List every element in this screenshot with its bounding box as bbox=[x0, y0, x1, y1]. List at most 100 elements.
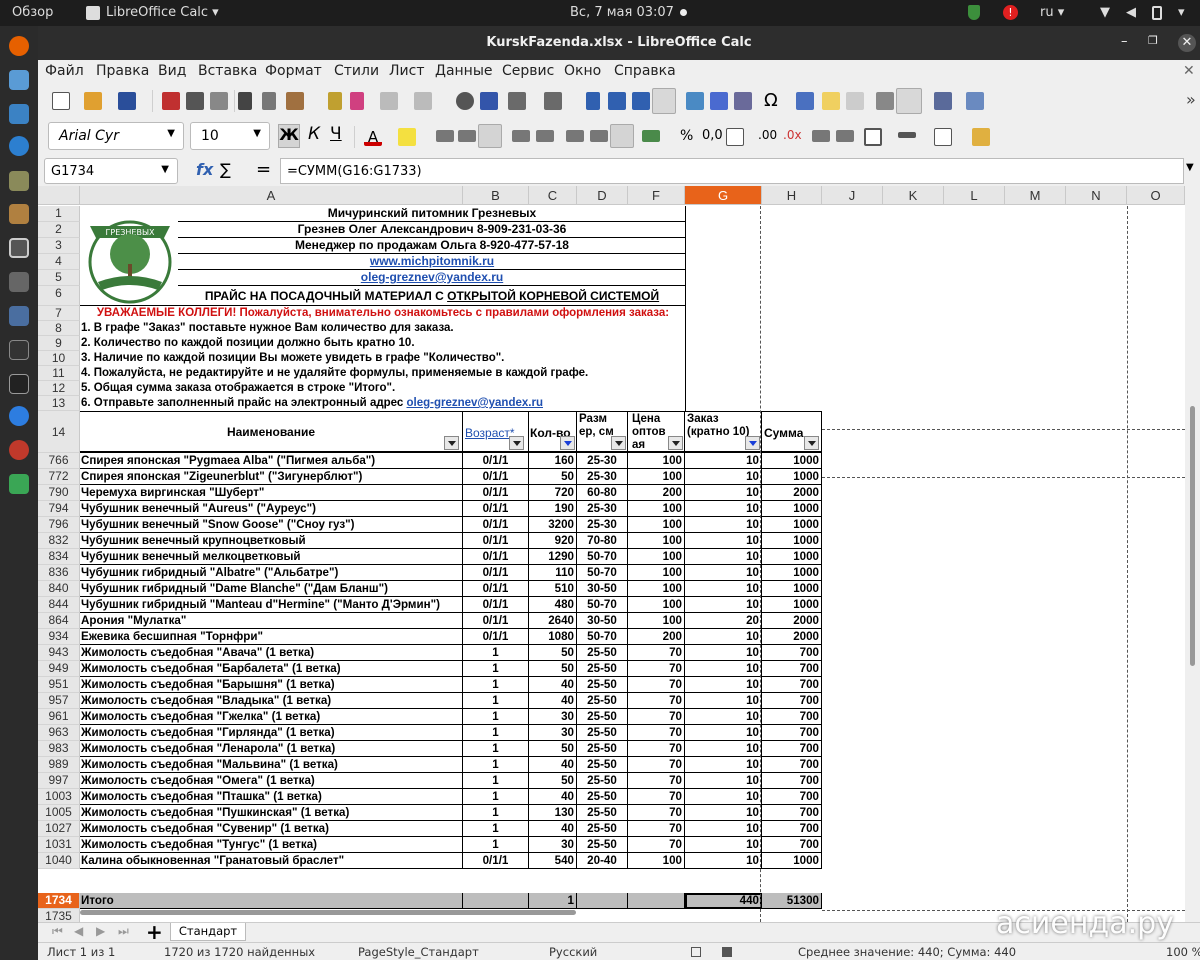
table-row[interactable]: 989 Жимолость съедобная "Мальвина" (1 вет… bbox=[38, 757, 1185, 773]
cell-sum[interactable]: 700 bbox=[762, 805, 822, 821]
table-row[interactable]: 844 Чубушник гибридный "Manteau d"Hermine… bbox=[38, 597, 1185, 613]
cell-order[interactable]: 10 bbox=[685, 725, 762, 741]
cell-order[interactable]: 10 bbox=[685, 549, 762, 565]
first-sheet-icon[interactable]: ⏮ bbox=[52, 924, 63, 939]
open-icon[interactable] bbox=[84, 92, 102, 110]
cell-price[interactable]: 70 bbox=[628, 645, 685, 661]
cell-size[interactable]: 25-50 bbox=[577, 677, 628, 693]
select-all-corner[interactable] bbox=[38, 186, 80, 205]
table-row[interactable]: 864 Арония "Мулатка" 0/1/1 2640 30-50 100 20 20… bbox=[38, 613, 1185, 629]
cell-qty[interactable]: 50 bbox=[529, 773, 577, 789]
menu-edit[interactable]: Правка bbox=[96, 63, 149, 79]
cell-price[interactable]: 100 bbox=[628, 597, 685, 613]
cell-size[interactable]: 50-70 bbox=[577, 565, 628, 581]
column-header-n[interactable]: N bbox=[1066, 186, 1127, 205]
cell-size[interactable]: 25-50 bbox=[577, 661, 628, 677]
table-row[interactable]: 840 Чубушник гибридный "Dame Blanche" ("Д… bbox=[38, 581, 1185, 597]
row-header[interactable]: 943 bbox=[38, 645, 80, 661]
chromium-icon[interactable] bbox=[9, 406, 29, 426]
cell-sum[interactable]: 1000 bbox=[762, 501, 822, 517]
row-header[interactable]: 997 bbox=[38, 773, 80, 789]
cell-sum[interactable]: 700 bbox=[762, 757, 822, 773]
underline-button[interactable]: Ч bbox=[330, 124, 342, 144]
row-header[interactable]: 844 bbox=[38, 597, 80, 613]
cell-size[interactable]: 20-40 bbox=[577, 853, 628, 869]
table-row[interactable]: 963 Жимолость съедобная "Гирлянда" (1 вет… bbox=[38, 725, 1185, 741]
column-header-j[interactable]: J bbox=[822, 186, 883, 205]
table-row[interactable]: 1003 Жимолость съедобная "Пташка" (1 ветк… bbox=[38, 789, 1185, 805]
overview-button[interactable]: Обзор bbox=[12, 5, 53, 20]
export-pdf-icon[interactable] bbox=[162, 92, 180, 110]
vertical-scroll-thumb[interactable] bbox=[1190, 406, 1195, 666]
cell-size[interactable]: 25-30 bbox=[577, 453, 628, 469]
cell-size[interactable]: 25-50 bbox=[577, 709, 628, 725]
cell-name[interactable]: Жимолость съедобная "Гжелка" (1 ветка) bbox=[80, 709, 463, 725]
row-header[interactable]: 957 bbox=[38, 693, 80, 709]
toolbar-overflow-icon[interactable]: » bbox=[1186, 90, 1196, 109]
status-language[interactable]: Русский bbox=[549, 945, 597, 959]
cell-sum[interactable]: 700 bbox=[762, 837, 822, 853]
cell-price[interactable]: 100 bbox=[628, 517, 685, 533]
cell-order[interactable]: 10 bbox=[685, 853, 762, 869]
cell-size[interactable]: 50-70 bbox=[577, 549, 628, 565]
cell-age[interactable]: 1 bbox=[463, 805, 529, 821]
align-bottom-icon[interactable] bbox=[610, 124, 634, 148]
column-header-l[interactable]: L bbox=[944, 186, 1005, 205]
cell-size[interactable]: 25-50 bbox=[577, 757, 628, 773]
files-icon[interactable] bbox=[9, 70, 29, 90]
cell-price[interactable]: 100 bbox=[628, 533, 685, 549]
show-draw-functions-icon[interactable] bbox=[966, 92, 984, 110]
row-header[interactable]: 772 bbox=[38, 469, 80, 485]
find-replace-icon[interactable] bbox=[456, 92, 474, 110]
menu-data[interactable]: Данные bbox=[435, 63, 493, 79]
font-color-icon[interactable]: A bbox=[364, 128, 382, 146]
scanner-icon[interactable] bbox=[9, 272, 29, 292]
cell-order[interactable]: 10 bbox=[685, 789, 762, 805]
date-format-icon[interactable] bbox=[726, 128, 744, 146]
cell-sum[interactable]: 700 bbox=[762, 709, 822, 725]
app-menu-button[interactable]: LibreOffice Calc ▾ bbox=[106, 5, 219, 20]
border-style-icon[interactable] bbox=[898, 132, 916, 138]
row-header[interactable]: 834 bbox=[38, 549, 80, 565]
cell-qty[interactable]: 2640 bbox=[529, 613, 577, 629]
cell-price[interactable]: 70 bbox=[628, 757, 685, 773]
cell-name[interactable]: Жимолость съедобная "Пташка" (1 ветка) bbox=[80, 789, 463, 805]
menu-format[interactable]: Формат bbox=[265, 63, 322, 79]
add-decimal-icon[interactable]: .00 bbox=[758, 128, 777, 142]
cell-size[interactable]: 25-50 bbox=[577, 789, 628, 805]
filter-age-button[interactable] bbox=[509, 436, 524, 450]
cell-qty[interactable]: 130 bbox=[529, 805, 577, 821]
cell-age[interactable]: 1 bbox=[463, 741, 529, 757]
cell-price[interactable]: 100 bbox=[628, 549, 685, 565]
table-row[interactable]: 796 Чубушник венечный "Snow Goose" ("Сноу… bbox=[38, 517, 1185, 533]
system-monitor-icon[interactable] bbox=[9, 340, 29, 360]
cell-qty[interactable]: 190 bbox=[529, 501, 577, 517]
cell-qty[interactable]: 160 bbox=[529, 453, 577, 469]
cell-qty[interactable]: 510 bbox=[529, 581, 577, 597]
menu-window[interactable]: Окно bbox=[564, 63, 601, 79]
menu-view[interactable]: Вид bbox=[158, 63, 186, 79]
cell-qty[interactable]: 30 bbox=[529, 709, 577, 725]
cell-name[interactable]: Чубушник гибридный "Albatre" ("Альбатре"… bbox=[80, 565, 463, 581]
cell-name[interactable]: Спирея японская "Pygmaea Alba" ("Пигмея … bbox=[80, 453, 463, 469]
vertical-scrollbar[interactable] bbox=[1185, 186, 1200, 922]
cell-age[interactable]: 0/1/1 bbox=[463, 469, 529, 485]
new-icon[interactable] bbox=[52, 92, 70, 110]
writer-icon[interactable] bbox=[9, 104, 29, 124]
split-window-icon[interactable] bbox=[934, 92, 952, 110]
cell-age[interactable]: 1 bbox=[463, 757, 529, 773]
sort-icon[interactable] bbox=[586, 92, 600, 110]
cell-size[interactable]: 25-50 bbox=[577, 693, 628, 709]
cell-qty[interactable]: 540 bbox=[529, 853, 577, 869]
system-menu-chevron-icon[interactable]: ▾ bbox=[1178, 5, 1185, 20]
cell-sum[interactable]: 1000 bbox=[762, 853, 822, 869]
cell-qty[interactable]: 40 bbox=[529, 821, 577, 837]
cell-name[interactable]: Чубушник венечный "Aureus" ("Ауреус") bbox=[80, 501, 463, 517]
clone-formatting-icon[interactable] bbox=[328, 92, 342, 110]
cell-age[interactable]: 1 bbox=[463, 677, 529, 693]
cell-age[interactable]: 0/1/1 bbox=[463, 565, 529, 581]
cell-size[interactable]: 30-50 bbox=[577, 613, 628, 629]
sort-ascending-icon[interactable] bbox=[608, 92, 626, 110]
cell-order[interactable]: 10 bbox=[685, 517, 762, 533]
cell-name[interactable]: Черемуха виргинская "Шуберт" bbox=[80, 485, 463, 501]
